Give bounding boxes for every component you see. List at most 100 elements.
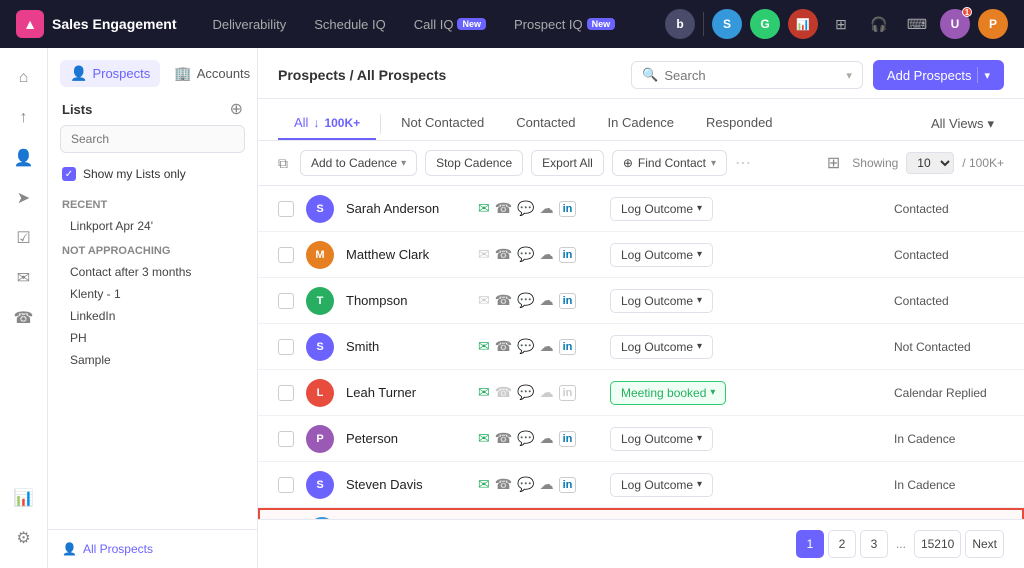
grid-view-button[interactable]: ⊞: [823, 149, 844, 177]
per-page-select[interactable]: 10 25 50: [906, 152, 954, 174]
phone-icon-6[interactable]: ☎: [495, 476, 512, 493]
filter-tab-all[interactable]: All ↓ 100K+: [278, 107, 376, 140]
chat-icon-6[interactable]: 💬: [517, 476, 534, 493]
filter-tab-responded[interactable]: Responded: [690, 107, 789, 140]
sidebar-email[interactable]: ✉: [6, 260, 42, 296]
cloud-icon-4[interactable]: ☁: [540, 384, 554, 401]
avatar-user[interactable]: 1 U: [940, 9, 970, 39]
sidebar-home[interactable]: ⌂: [6, 60, 42, 96]
prospect-name-2[interactable]: Thompson: [346, 293, 466, 308]
row-checkbox-3[interactable]: [278, 339, 294, 355]
sidebar-send[interactable]: ➤: [6, 180, 42, 216]
list-item-na-1[interactable]: Klenty - 1: [56, 283, 249, 305]
search-bar-input[interactable]: [664, 68, 840, 83]
filter-tab-in-cadence[interactable]: In Cadence: [592, 107, 691, 140]
row-checkbox-1[interactable]: [278, 247, 294, 263]
avatar-profile[interactable]: P: [978, 9, 1008, 39]
page-btn-last[interactable]: 15210: [914, 530, 961, 558]
phone-icon-2[interactable]: ☎: [495, 292, 512, 309]
show-my-lists-row[interactable]: ✓ Show my Lists only: [48, 163, 257, 185]
row-checkbox-6[interactable]: [278, 477, 294, 493]
tab-accounts[interactable]: 🏢 Accounts: [164, 60, 260, 87]
lists-add-icon[interactable]: ⊕: [230, 99, 243, 119]
linkedin-icon-3[interactable]: in: [559, 339, 577, 355]
sidebar-chart[interactable]: 📊: [6, 480, 42, 516]
page-btn-1[interactable]: 1: [796, 530, 824, 558]
sidebar-upload[interactable]: ↑: [6, 100, 42, 136]
find-contact-button[interactable]: ⊕ Find Contact ▾: [612, 150, 727, 176]
log-outcome-btn-5[interactable]: Log Outcome ▾: [610, 427, 713, 451]
headset-icon[interactable]: 🎧: [864, 9, 894, 39]
log-outcome-btn-1[interactable]: Log Outcome ▾: [610, 243, 713, 267]
log-outcome-btn-3[interactable]: Log Outcome ▾: [610, 335, 713, 359]
chat-icon-5[interactable]: 💬: [517, 430, 534, 447]
prospect-name-1[interactable]: Matthew Clark: [346, 247, 466, 262]
email-icon-2[interactable]: ✉: [478, 292, 490, 309]
cloud-icon-0[interactable]: ☁: [540, 200, 554, 217]
linkedin-icon-1[interactable]: in: [559, 247, 577, 263]
page-btn-2[interactable]: 2: [828, 530, 856, 558]
row-checkbox-4[interactable]: [278, 385, 294, 401]
linkedin-icon-5[interactable]: in: [559, 431, 577, 447]
phone-icon-5[interactable]: ☎: [495, 430, 512, 447]
cloud-icon-5[interactable]: ☁: [540, 430, 554, 447]
nav-deliverability[interactable]: Deliverability: [201, 11, 299, 38]
chat-icon-2[interactable]: 💬: [517, 292, 534, 309]
sidebar-settings[interactable]: ⚙: [6, 520, 42, 556]
stop-cadence-button[interactable]: Stop Cadence: [425, 150, 523, 176]
show-my-lists-checkbox[interactable]: ✓: [62, 167, 76, 181]
filter-tab-not-contacted[interactable]: Not Contacted: [385, 107, 500, 140]
email-icon-3[interactable]: ✉: [478, 338, 490, 355]
phone-icon-1[interactable]: ☎: [495, 246, 512, 263]
list-item-na-3[interactable]: PH: [56, 327, 249, 349]
row-checkbox-2[interactable]: [278, 293, 294, 309]
nav-call-iq[interactable]: Call IQ New: [402, 11, 498, 38]
cloud-icon-3[interactable]: ☁: [540, 338, 554, 355]
nav-schedule-iq[interactable]: Schedule IQ: [302, 11, 398, 38]
prospect-name-4[interactable]: Leah Turner: [346, 385, 466, 400]
linkedin-icon-6[interactable]: in: [559, 477, 577, 493]
linkedin-icon-4[interactable]: in: [559, 385, 577, 401]
page-btn-3[interactable]: 3: [860, 530, 888, 558]
avatar-chart[interactable]: 📊: [788, 9, 818, 39]
chat-icon-4[interactable]: 💬: [517, 384, 534, 401]
phone-icon-4[interactable]: ☎: [495, 384, 512, 401]
all-views-button[interactable]: All Views ▾: [921, 110, 1004, 138]
chat-icon-3[interactable]: 💬: [517, 338, 534, 355]
grid-icon[interactable]: ⊞: [826, 9, 856, 39]
avatar-s[interactable]: S: [712, 9, 742, 39]
row-checkbox-5[interactable]: [278, 431, 294, 447]
sidebar-checklist[interactable]: ☑: [6, 220, 42, 256]
row-checkbox-0[interactable]: [278, 201, 294, 217]
email-icon-5[interactable]: ✉: [478, 430, 490, 447]
meeting-booked-btn-4[interactable]: Meeting booked ▾: [610, 381, 726, 405]
filter-tab-contacted[interactable]: Contacted: [500, 107, 591, 140]
log-outcome-btn-2[interactable]: Log Outcome ▾: [610, 289, 713, 313]
avatar-g[interactable]: G: [750, 9, 780, 39]
tab-prospects[interactable]: 👤 Prospects: [60, 60, 160, 87]
cloud-icon-1[interactable]: ☁: [540, 246, 554, 263]
all-prospects-link[interactable]: 👤 All Prospects: [62, 542, 243, 556]
page-btn-next[interactable]: Next: [965, 530, 1004, 558]
sidebar-person[interactable]: 👤: [6, 140, 42, 176]
keyboard-icon[interactable]: ⌨: [902, 9, 932, 39]
list-item-na-4[interactable]: Sample: [56, 349, 249, 371]
list-item-na-0[interactable]: Contact after 3 months: [56, 261, 249, 283]
prospect-name-6[interactable]: Steven Davis: [346, 477, 466, 492]
phone-icon-0[interactable]: ☎: [495, 200, 512, 217]
sidebar-phone[interactable]: ☎: [6, 300, 42, 336]
cloud-icon-6[interactable]: ☁: [540, 476, 554, 493]
add-prospects-button[interactable]: Add Prospects ▾: [873, 60, 1004, 90]
chat-icon-1[interactable]: 💬: [517, 246, 534, 263]
email-icon-4[interactable]: ✉: [478, 384, 490, 401]
list-item-na-2[interactable]: LinkedIn: [56, 305, 249, 327]
log-outcome-btn-6[interactable]: Log Outcome ▾: [610, 473, 713, 497]
email-icon-0[interactable]: ✉: [478, 200, 490, 217]
chat-icon-0[interactable]: 💬: [517, 200, 534, 217]
email-icon-1[interactable]: ✉: [478, 246, 490, 263]
linkedin-icon-2[interactable]: in: [559, 293, 577, 309]
search-bar[interactable]: 🔍 ▾: [631, 61, 863, 89]
cloud-icon-2[interactable]: ☁: [540, 292, 554, 309]
linkedin-icon-0[interactable]: in: [559, 201, 577, 217]
prospect-name-5[interactable]: Peterson: [346, 431, 466, 446]
